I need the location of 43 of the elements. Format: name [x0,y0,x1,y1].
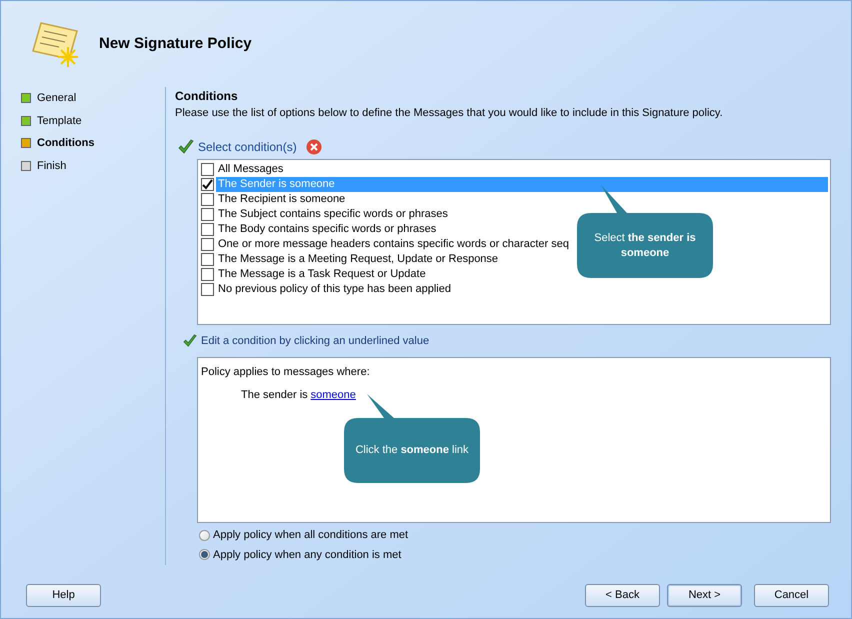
signature-document-icon [31,19,81,69]
wizard-step[interactable]: Conditions [37,135,94,152]
checkbox[interactable] [201,208,214,220]
checkbox[interactable] [201,192,214,206]
condition-item[interactable]: The Message is a Task Request or Update [216,266,428,282]
radio-label: Apply policy when any condition is met [213,548,402,562]
wizard-step[interactable]: General [37,90,76,106]
section-label: Edit a condition by clicking an underlined value [201,334,430,348]
checkbox[interactable] [201,268,214,280]
condition-item[interactable]: The Body contains specific words or phrases [216,222,438,236]
callout-text: Select the sender is someone [593,230,697,260]
checkbox[interactable] [201,162,214,176]
checkbox[interactable] [201,178,214,190]
someone-link[interactable]: someone [310,386,356,403]
wizard-button[interactable]: Next > [667,584,742,606]
condition-item[interactable]: The Recipient is someone [216,192,348,206]
wizard-step[interactable]: Finish [37,158,66,174]
wizard-step[interactable]: Template [37,112,82,129]
section-heading: Conditions [175,88,239,105]
condition-item[interactable]: The Subject contains specific words or phrases [216,206,450,222]
checkmark-icon [183,334,197,348]
callout-text: Click the someone link [355,443,469,458]
checkbox[interactable] [201,252,214,266]
help-button[interactable]: Help [26,584,101,606]
checkmark-icon [178,138,194,154]
wizard-button[interactable]: Cancel [754,584,829,606]
radio-button[interactable] [199,530,210,541]
condition-item[interactable]: No previous policy of this type has been applied [216,282,453,296]
policy-intro: Policy applies to messages where: [201,365,370,380]
section-label: Select condition(s) [198,138,297,156]
radio-button[interactable] [199,549,210,560]
checkbox[interactable] [201,282,214,296]
condition-item[interactable]: All Messages [216,162,286,176]
condition-item[interactable]: One or more message headers contains specific words or character seq [216,236,571,252]
section-description: Please use the list of options below to define the Messages that you would like to include in this Signature policy. [175,106,724,121]
radio-label: Apply policy when all conditions are met [213,528,408,543]
close-icon[interactable] [306,138,322,154]
rule-text: The sender is [241,388,308,402]
checkbox[interactable] [201,222,214,236]
wizard-button[interactable]: < Back [585,584,660,606]
condition-item[interactable]: The Message is a Meeting Request, Update or Response [216,252,500,266]
window-title: New Signature Policy [99,34,252,54]
checkbox[interactable] [201,238,214,250]
